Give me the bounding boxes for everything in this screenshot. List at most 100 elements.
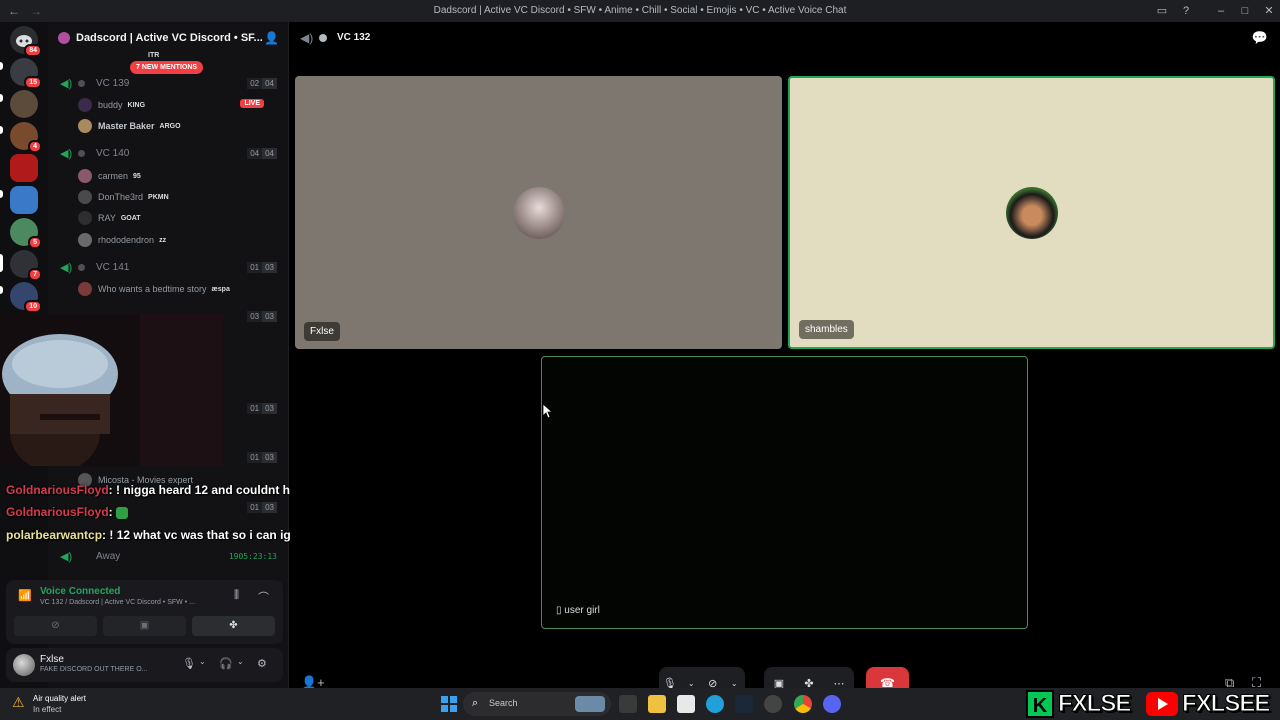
voice-status[interactable]: Voice Connected bbox=[40, 586, 120, 597]
channel-name: Away bbox=[96, 550, 121, 562]
member-tag: ITR bbox=[148, 51, 160, 59]
microphone-icon[interactable]: 🎙 bbox=[182, 657, 196, 670]
user-count: 01 03 bbox=[247, 451, 277, 463]
voice-stage: ◀) VC 132 💬 Fxlse shambles ▯ user girl 👤… bbox=[290, 22, 1280, 699]
alert-subtitle: In effect bbox=[33, 705, 62, 714]
member-tag: KING bbox=[127, 101, 146, 109]
member-tag: ARGO bbox=[159, 122, 181, 130]
chat-username: GoldnariousFloyd bbox=[6, 505, 109, 519]
add-member-icon[interactable]: 👤 bbox=[264, 31, 279, 45]
unread-pip bbox=[0, 286, 3, 294]
webcam-feed bbox=[0, 314, 223, 466]
server-icon[interactable] bbox=[10, 154, 38, 182]
participant-tile[interactable]: ▯ user girl bbox=[541, 356, 1028, 629]
taskbar-search[interactable]: ⌕ Search bbox=[463, 692, 611, 716]
speaker-muted-icon: ◀) bbox=[300, 31, 314, 45]
store-icon[interactable] bbox=[677, 695, 695, 713]
voice-channel-vc-139[interactable]: ◀) VC 139 02 04 bbox=[48, 74, 288, 92]
headphones-icon[interactable]: 🎧 bbox=[219, 657, 233, 670]
file-explorer-icon[interactable] bbox=[648, 695, 666, 713]
app-icon[interactable] bbox=[764, 695, 782, 713]
window-titlebar: ← → Dadscord | Active VC Discord • SFW •… bbox=[0, 0, 1280, 22]
chevron-down-icon[interactable]: ⌄ bbox=[681, 679, 703, 688]
phone-icon: ▯ bbox=[556, 605, 562, 616]
chevron-down-icon[interactable]: ⌄ bbox=[199, 657, 206, 666]
participant-name: Fxlse bbox=[304, 322, 340, 341]
streamer-brand-right: FXLSEE bbox=[1146, 688, 1271, 720]
activities-button[interactable]: ✤ bbox=[192, 616, 275, 636]
avatar bbox=[78, 282, 92, 296]
unread-pip bbox=[0, 190, 3, 198]
voice-member[interactable]: DonThe3rd PKMN bbox=[78, 188, 283, 206]
chrome-icon[interactable] bbox=[794, 695, 812, 713]
chevron-down-icon[interactable]: ⌄ bbox=[237, 657, 244, 666]
edge-browser-icon[interactable] bbox=[706, 695, 724, 713]
start-windows-icon[interactable] bbox=[440, 695, 458, 713]
home-button[interactable]: 84 bbox=[10, 26, 42, 57]
server-icon[interactable]: 4 bbox=[10, 122, 42, 153]
list-item: ITR bbox=[148, 50, 208, 60]
new-mentions-pill[interactable]: 7 NEW MENTIONS bbox=[130, 61, 204, 74]
voice-member[interactable]: RAY GOAT bbox=[78, 209, 283, 227]
member-tag: zz bbox=[159, 236, 167, 244]
away-channel[interactable]: ◀) Away 1905:23:13 bbox=[48, 547, 288, 565]
voice-connection-panel: 📶 Voice Connected VC 132 / Dadscord | Ac… bbox=[6, 580, 283, 644]
discord-taskbar-icon[interactable] bbox=[823, 695, 841, 713]
server-icon[interactable]: 7 bbox=[10, 250, 42, 281]
chevron-down-icon[interactable]: ⌄ bbox=[724, 679, 746, 688]
weather-alert[interactable]: ⚠ Air quality alert In effect bbox=[12, 692, 122, 716]
server-icon[interactable] bbox=[10, 186, 38, 214]
channel-header: ◀) VC 132 💬 bbox=[290, 22, 1280, 54]
kick-logo-icon: K bbox=[1026, 690, 1054, 718]
server-icon[interactable] bbox=[10, 90, 38, 118]
voice-member[interactable]: carmen 95 bbox=[78, 167, 283, 185]
participant-name-row: ▯ user girl bbox=[556, 605, 600, 616]
server-icon[interactable]: 10 bbox=[10, 282, 42, 313]
maximize-button[interactable]: □ bbox=[1237, 3, 1253, 19]
guild-name: Dadscord | Active VC Discord • SF... bbox=[76, 32, 263, 44]
server-icon[interactable]: 15 bbox=[10, 58, 42, 89]
member-name: carmen bbox=[98, 171, 129, 181]
noise-suppression-icon[interactable]: ⫼ bbox=[234, 589, 239, 602]
notification-badge: 7 bbox=[28, 268, 42, 281]
window-title: Dadscord | Active VC Discord • SFW • Ani… bbox=[433, 5, 847, 16]
avatar bbox=[512, 186, 565, 239]
status-dot bbox=[78, 263, 85, 271]
minimize-button[interactable]: – bbox=[1213, 3, 1229, 19]
chat-username: GoldnariousFloyd bbox=[6, 483, 109, 497]
close-button[interactable]: ✕ bbox=[1261, 3, 1277, 19]
voice-member[interactable]: Who wants a bedtime story æspa bbox=[78, 280, 283, 298]
voice-channel-vc-141[interactable]: ◀) VC 141 01 03 bbox=[48, 258, 288, 276]
inbox-icon[interactable]: ▭ bbox=[1154, 3, 1170, 19]
voice-channel-path[interactable]: VC 132 / Dadscord | Active VC Discord • … bbox=[40, 599, 195, 606]
member-name: buddy bbox=[98, 100, 123, 110]
avatar bbox=[78, 233, 92, 247]
speaker-icon: ◀) bbox=[60, 550, 73, 563]
task-view-icon[interactable] bbox=[619, 695, 637, 713]
status-dot bbox=[319, 34, 327, 42]
member-tag: GOAT bbox=[120, 214, 141, 222]
disconnect-icon[interactable]: ⌒ bbox=[258, 589, 269, 605]
participant-tile[interactable]: Fxlse bbox=[295, 76, 782, 349]
camera-off-button[interactable]: ⊘ bbox=[14, 616, 97, 636]
brand-name: FXLSEE bbox=[1181, 690, 1270, 718]
screen-share-button[interactable]: ▣ bbox=[103, 616, 186, 636]
settings-gear-icon[interactable]: ⚙ bbox=[257, 657, 267, 670]
server-icon[interactable]: 5 bbox=[10, 218, 42, 249]
help-icon[interactable]: ? bbox=[1178, 3, 1194, 19]
status-dot bbox=[78, 79, 85, 87]
participant-tile-speaking[interactable]: shambles bbox=[788, 76, 1275, 349]
voice-channel-vc-140[interactable]: ◀) VC 140 04 04 bbox=[48, 144, 288, 162]
speaker-icon: ◀) bbox=[60, 261, 73, 274]
chat-bubble-icon[interactable]: 💬 bbox=[1252, 30, 1268, 46]
voice-member[interactable]: Master Baker ARGO bbox=[78, 117, 283, 135]
steam-icon[interactable] bbox=[735, 695, 753, 713]
avatar[interactable] bbox=[13, 654, 35, 676]
member-name: rhododendron bbox=[98, 235, 155, 245]
avatar bbox=[78, 211, 92, 225]
signal-icon[interactable]: 📶 bbox=[18, 589, 32, 602]
voice-member[interactable]: rhododendron zz bbox=[78, 231, 283, 249]
username[interactable]: Fxlse bbox=[40, 654, 64, 665]
channel-name: VC 141 bbox=[96, 261, 130, 273]
emote-icon bbox=[116, 506, 129, 519]
